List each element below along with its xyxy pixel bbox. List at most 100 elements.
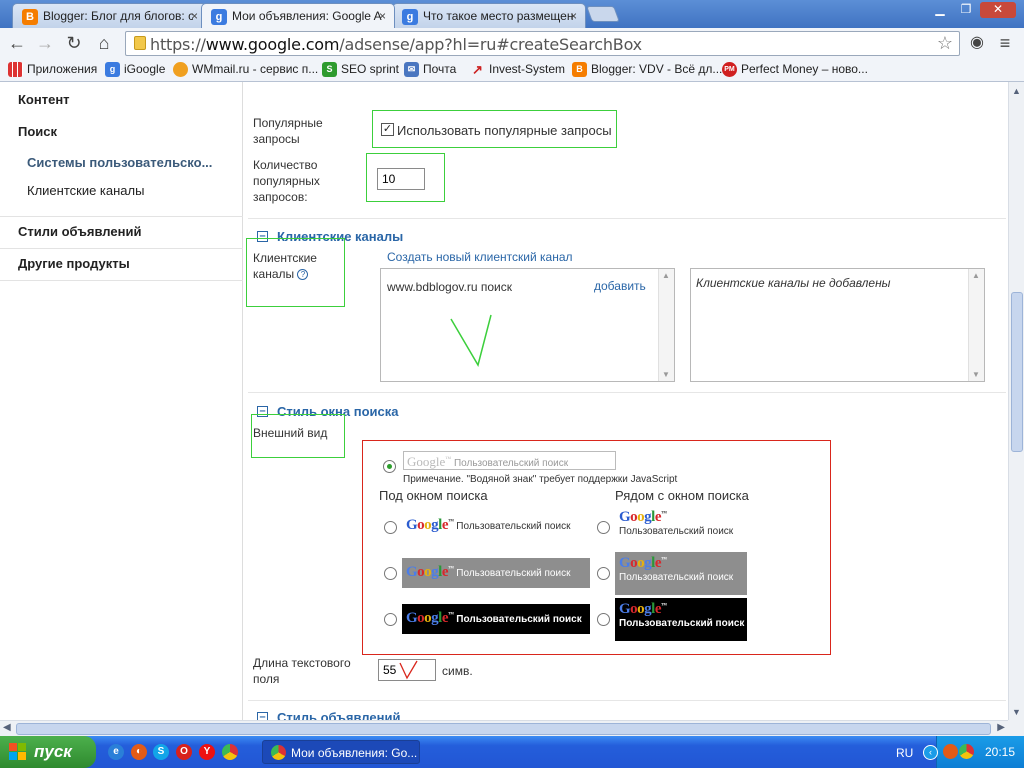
bookmark-mail[interactable]: ✉ Почта	[404, 62, 457, 77]
style-beside-gray-radio[interactable]	[597, 567, 610, 580]
scroll-up-icon[interactable]: ▲	[1012, 86, 1021, 96]
skype-icon[interactable]: S	[153, 744, 169, 760]
mail-icon: ✉	[404, 62, 419, 77]
google-icon: g	[402, 9, 418, 25]
style-below-gray-radio[interactable]	[384, 567, 397, 580]
available-channels-list[interactable]: www.bdblogov.ru поиск добавить ▲ ▼	[380, 268, 675, 382]
sidebar-item-content[interactable]: Контент	[18, 92, 70, 107]
google-sample-beside-white: Google™ Пользовательский поиск	[615, 506, 747, 546]
close-icon[interactable]: ×	[570, 9, 577, 23]
tab-blogger[interactable]: B Blogger: Блог для блогов: с ×	[12, 3, 207, 28]
home-icon[interactable]: ⌂	[93, 32, 115, 54]
horizontal-scrollbar[interactable]: ◀ ▶	[0, 720, 1008, 736]
divider	[248, 700, 1006, 701]
add-channel-link[interactable]: добавить	[594, 279, 646, 293]
watermark-sample-input: Google™ Пользовательский поиск	[403, 451, 616, 470]
close-icon[interactable]: ×	[191, 9, 198, 23]
language-indicator[interactable]: RU	[896, 746, 913, 760]
sidebar-item-ad-styles[interactable]: Стили объявлений	[18, 224, 141, 239]
bookmarks-bar: Приложения g iGoogle WMmail.ru - сервис …	[0, 58, 1024, 82]
popular-queries-checkbox[interactable]: ✓	[381, 123, 394, 136]
blogger-icon: B	[22, 9, 38, 25]
bookmark-star-icon[interactable]: ☆	[937, 33, 953, 54]
handwritten-checkmark	[450, 314, 492, 367]
window-close-icon[interactable]: ✕	[980, 2, 1016, 18]
reload-icon[interactable]: ↻	[63, 32, 85, 54]
google-sample-below-gray: Google™ Пользовательский поиск	[402, 558, 590, 588]
task-label: Мои объявления: Go...	[291, 746, 418, 760]
bookmark-label: iGoogle	[124, 62, 166, 76]
field-length-unit: симв.	[442, 664, 473, 678]
bookmark-label: Blogger: VDV - Всё дл...	[591, 62, 723, 76]
forward-arrow-icon[interactable]: →	[34, 32, 56, 54]
minimize-icon[interactable]: ▁	[928, 2, 952, 18]
sidebar-item-other-products[interactable]: Другие продукты	[18, 256, 130, 271]
help-icon[interactable]: ?	[297, 269, 309, 280]
scrollbar-thumb[interactable]	[16, 723, 991, 735]
chrome-icon[interactable]	[959, 744, 974, 759]
create-channel-link[interactable]: Создать новый клиентский канал	[387, 250, 573, 264]
scrollbar-thumb[interactable]	[1011, 292, 1023, 452]
vertical-scrollbar[interactable]: ▲ ▼	[1008, 82, 1024, 720]
style-beside-black-radio[interactable]	[597, 613, 610, 626]
style-watermark-radio[interactable]	[383, 460, 396, 473]
chromium-icon[interactable]: ◐	[131, 744, 147, 760]
bookmark-invest[interactable]: ↗ Invest-System	[470, 62, 565, 77]
menu-icon[interactable]: ≡	[994, 32, 1016, 54]
bookmark-wmmail[interactable]: WMmail.ru - сервис п...	[173, 62, 318, 77]
url-text: https://www.google.com/adsense/app?hl=ru…	[150, 35, 642, 54]
bookmark-label: Почта	[423, 62, 457, 76]
taskbar-window-chrome[interactable]: Мои объявления: Go...	[262, 740, 420, 764]
globe-icon[interactable]: ◉	[966, 32, 988, 54]
ie-icon[interactable]: e	[108, 744, 124, 760]
ad-styles-section-header[interactable]: – Стиль объявлений	[257, 710, 400, 720]
google-logo: Google™	[619, 509, 667, 525]
added-channels-list[interactable]: Клиентские каналы не добавлены ▲ ▼	[690, 268, 985, 382]
style-beside-white-radio[interactable]	[597, 521, 610, 534]
tab-strip: B Blogger: Блог для блогов: с × g Мои об…	[0, 0, 1024, 28]
start-button[interactable]: пуск	[0, 736, 96, 768]
clock[interactable]: 20:15	[985, 745, 1015, 759]
bookmark-seosprint[interactable]: S SEO sprint	[322, 62, 399, 77]
chrome-icon[interactable]	[222, 744, 238, 760]
expand-tray-icon[interactable]: ‹	[923, 745, 938, 760]
sidebar-item-custom-search[interactable]: Системы пользовательско...	[27, 155, 212, 170]
divider	[248, 218, 1006, 219]
address-bar[interactable]: https://www.google.com/adsense/app?hl=ru…	[125, 31, 960, 56]
popular-queries-checkbox-label: Использовать популярные запросы	[397, 123, 612, 138]
popular-count-input[interactable]	[377, 168, 425, 190]
tray-app-icon[interactable]	[943, 744, 958, 759]
google-logo: Google™	[619, 555, 667, 571]
style-below-black-radio[interactable]	[384, 613, 397, 626]
yandex-icon[interactable]: Y	[199, 744, 215, 760]
tab-placement[interactable]: g Что такое место размещен ×	[392, 3, 586, 28]
bookmark-label: Perfect Money – ново...	[741, 62, 868, 76]
scroll-right-icon[interactable]: ▶	[997, 722, 1005, 733]
google-logo: Google™	[406, 564, 454, 580]
collapse-icon[interactable]: –	[257, 712, 268, 720]
google-logo: Google™	[406, 517, 454, 533]
tab-title: Blogger: Блог для блогов: с	[43, 9, 193, 23]
below-search-label: Под окном поиска	[379, 488, 488, 503]
browser-toolbar: ← → ↻ ⌂ https://www.google.com/adsense/a…	[0, 28, 1024, 58]
windows-logo-icon	[9, 743, 27, 761]
back-arrow-icon[interactable]: ←	[6, 32, 28, 54]
bookmark-igoogle[interactable]: g iGoogle	[105, 62, 166, 77]
sidebar-item-search[interactable]: Поиск	[18, 124, 57, 139]
bookmark-apps[interactable]: Приложения	[8, 62, 97, 77]
sidebar-item-client-channels[interactable]: Клиентские каналы	[27, 183, 144, 198]
new-tab-button[interactable]	[586, 6, 620, 22]
scroll-left-icon[interactable]: ◀	[3, 722, 11, 733]
opera-icon[interactable]: O	[176, 744, 192, 760]
start-label: пуск	[34, 742, 72, 761]
style-below-white-radio[interactable]	[384, 521, 397, 534]
scrollbar[interactable]: ▲ ▼	[968, 269, 984, 381]
tab-adsense[interactable]: g Мои объявления: Google Ad ×	[201, 3, 395, 28]
bookmark-perfectmoney[interactable]: PM Perfect Money – ново...	[722, 62, 868, 77]
close-icon[interactable]: ×	[379, 9, 386, 23]
restore-icon[interactable]: ❐	[954, 2, 978, 18]
wmmail-icon	[173, 62, 188, 77]
bookmark-blogger-vdv[interactable]: B Blogger: VDV - Всё дл...	[572, 62, 723, 77]
scroll-down-icon[interactable]: ▼	[1012, 707, 1021, 717]
scrollbar[interactable]: ▲ ▼	[658, 269, 674, 381]
